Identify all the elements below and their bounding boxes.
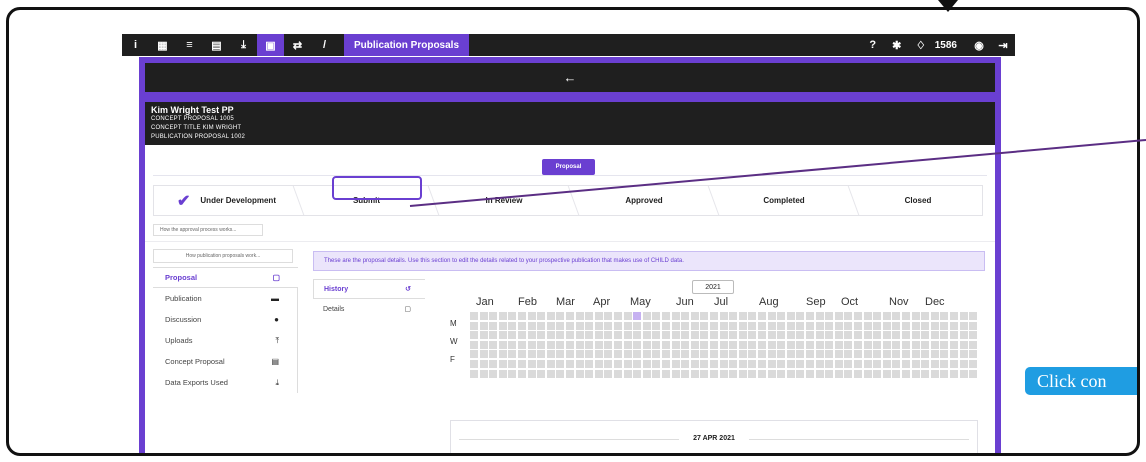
annotation-line [409, 139, 1146, 207]
annotation-arrow [409, 0, 1146, 207]
edge-marker [938, 0, 958, 12]
